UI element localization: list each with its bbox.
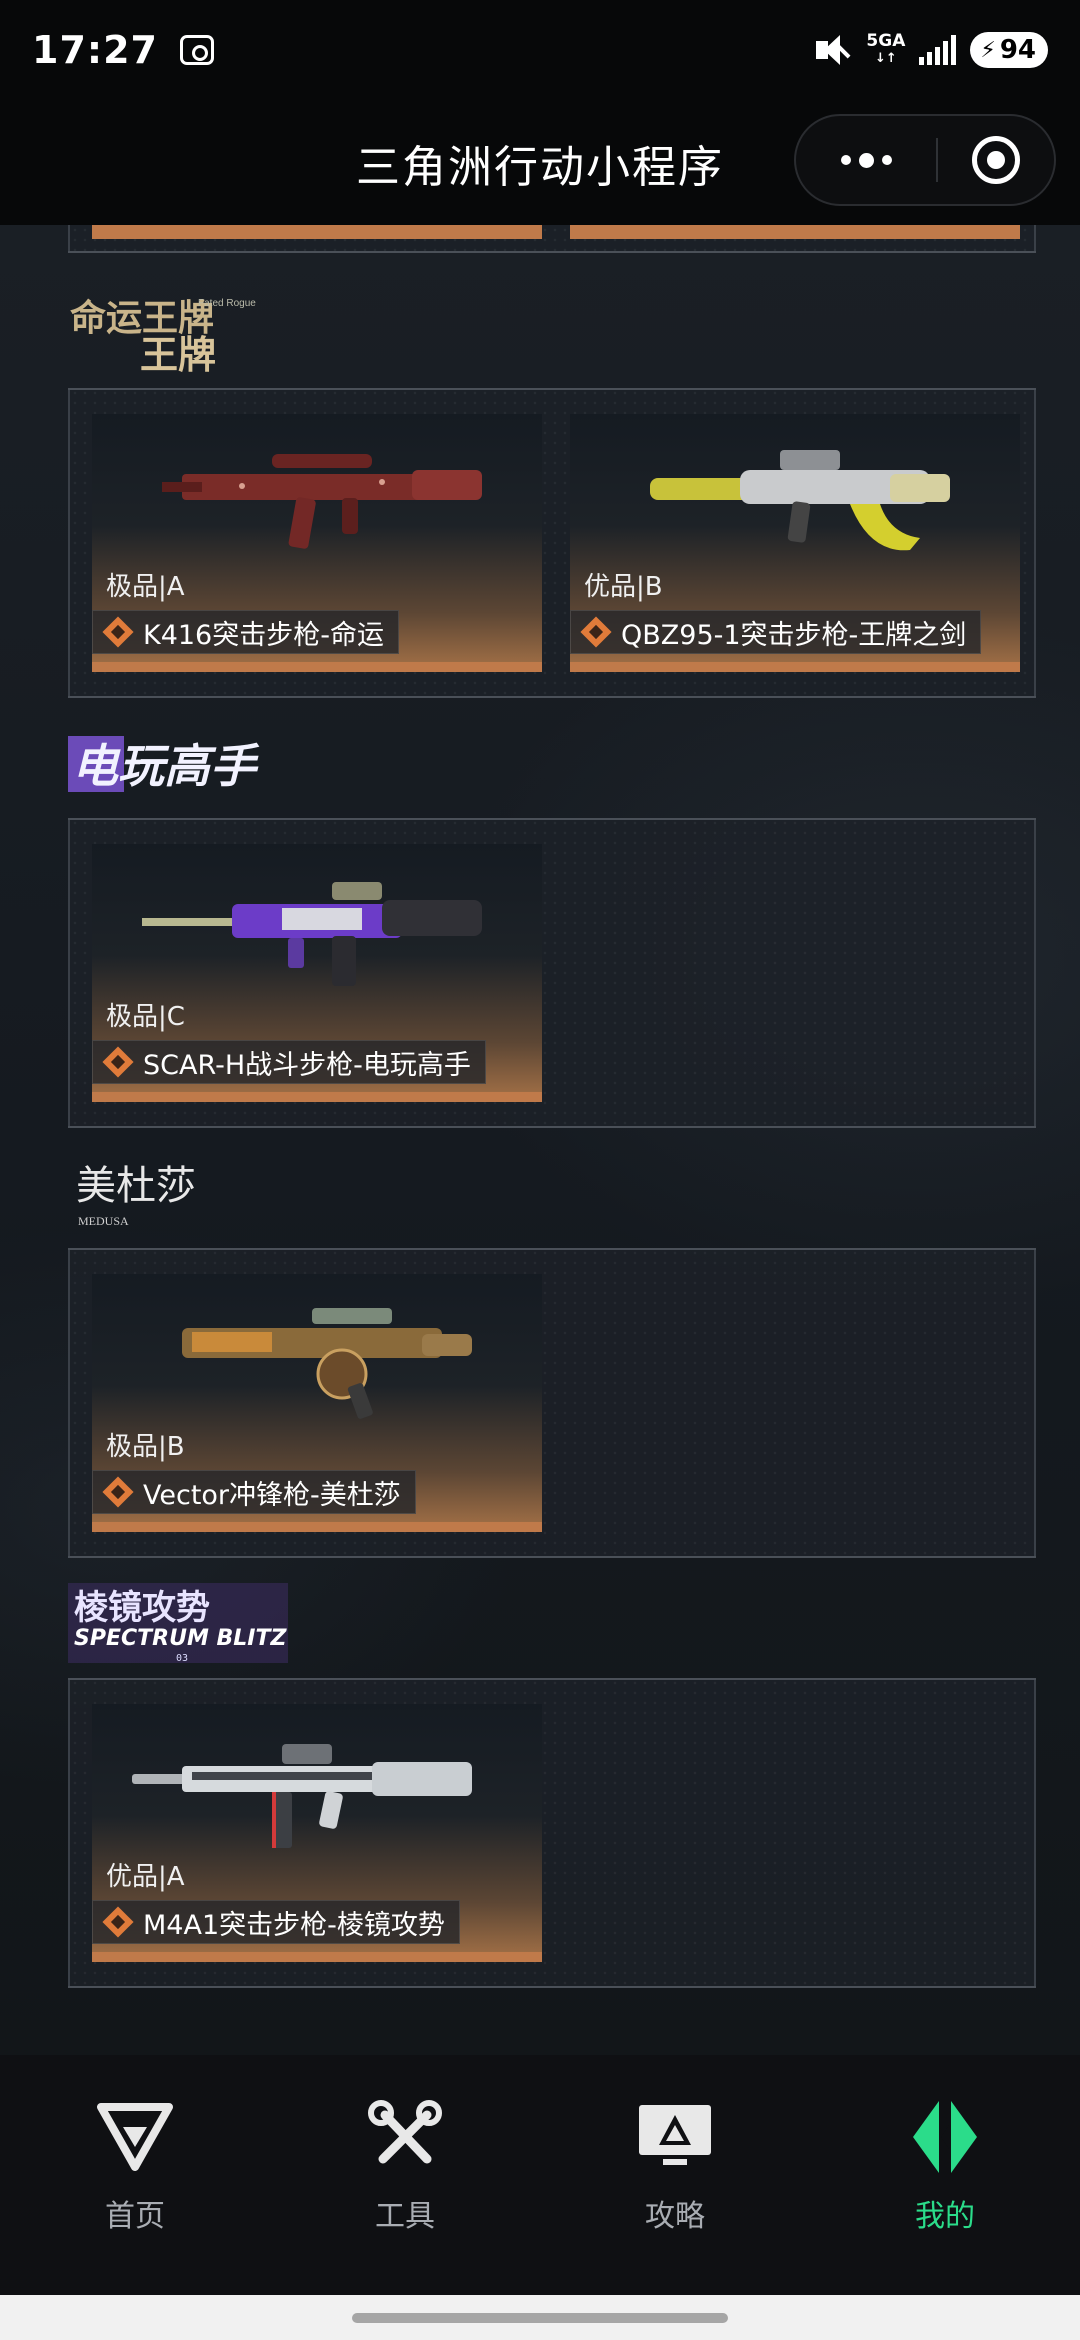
signal-icon (919, 35, 957, 65)
gaming-master-panel: 极品|C SCAR-H战斗步枪-电玩高手 (68, 818, 1036, 1128)
status-time: 17:27 (32, 28, 158, 72)
weapon-card[interactable]: 极品|C SCAR-H战斗步枪-电玩高手 (92, 844, 542, 1102)
svg-text:王牌: 王牌 (140, 332, 216, 375)
previous-panel (68, 225, 1036, 253)
mute-icon (814, 33, 852, 67)
weapon-name-bar: K416突击步枪-命运 (92, 610, 399, 654)
item-grade: 优品|B (584, 572, 663, 602)
scar-h-weapon-image (142, 882, 482, 986)
card-edge (570, 225, 1020, 239)
medusa-panel: 极品|B Vector冲锋枪-美杜莎 (68, 1248, 1036, 1558)
svg-text:美杜莎: 美杜莎 (76, 1163, 196, 1209)
home-indicator[interactable] (352, 2313, 728, 2323)
weapon-card[interactable]: 优品|B QBZ95-1突击步枪-王牌之剑 (570, 414, 1020, 672)
card-edge (92, 225, 542, 239)
guide-monitor-icon (639, 2105, 711, 2165)
spectrum-blitz-panel: 优品|A M4A1突击步枪-棱镜攻势 (68, 1678, 1036, 1988)
nav-label: 攻略 (645, 2199, 705, 2234)
svg-text:MEDUSA: MEDUSA (78, 1214, 129, 1228)
qbz95-weapon-image (650, 450, 950, 551)
battery-level: 94 (999, 35, 1036, 65)
quality-diamond-icon (102, 616, 134, 648)
system-home-bar (0, 2295, 1080, 2340)
weapon-name: SCAR-H战斗步枪-电玩高手 (143, 1049, 471, 1081)
weapon-card[interactable]: 极品|A K416突击步枪-命运 (92, 414, 542, 672)
screen-capture-icon (179, 35, 214, 65)
svg-text:电玩高手: 电玩高手 (72, 739, 260, 793)
close-target-icon (972, 136, 1020, 184)
nav-item-profile[interactable]: 我的 (810, 2055, 1080, 2295)
miniprogram-capsule (794, 114, 1056, 206)
nav-item-tools[interactable]: 工具 (270, 2055, 540, 2295)
m4a1-weapon-image (132, 1744, 472, 1848)
item-grade: 极品|B (106, 1432, 185, 1462)
item-grade: 极品|A (106, 572, 185, 602)
spectrum-blitz-banner: 棱镜攻势 SPECTRUM BLITZ 03 (68, 1583, 288, 1664)
quality-diamond-icon (580, 616, 612, 648)
status-bar: 17:27 5GA ↓↑ ⚡ 94 (0, 0, 1080, 100)
fated-rogue-banner: 命运王牌 Fated Rogue 王牌 (70, 297, 256, 375)
bottom-navigation: 首页 工具 攻略 我的 (0, 2055, 1080, 2295)
quality-diamond-icon (102, 1046, 134, 1078)
k416-weapon-image (162, 454, 482, 549)
medusa-banner: 美杜莎 MEDUSA (76, 1163, 196, 1228)
profile-logo-icon (913, 2101, 977, 2173)
nav-label: 我的 (915, 2199, 975, 2234)
item-grade: 极品|C (106, 1002, 185, 1032)
svg-text:棱镜攻势: 棱镜攻势 (74, 1588, 210, 1628)
vector-weapon-image (182, 1308, 472, 1419)
skin-collection-list[interactable]: 命运王牌 Fated Rogue 王牌 极品|A K416突击步枪-命运 优品|… (0, 225, 1080, 2055)
tools-icon (368, 2100, 442, 2164)
quality-diamond-icon (102, 1906, 134, 1938)
weapon-name-bar: M4A1突击步枪-棱镜攻势 (92, 1900, 460, 1944)
weapon-card[interactable]: 优品|A M4A1突击步枪-棱镜攻势 (92, 1704, 542, 1962)
title-bar: 三角洲行动小程序 (0, 100, 1080, 225)
battery-indicator: ⚡ 94 (970, 32, 1048, 68)
svg-text:SPECTRUM BLITZ: SPECTRUM BLITZ (74, 1626, 287, 1651)
item-grade: 优品|A (106, 1862, 185, 1892)
weapon-card[interactable]: 极品|B Vector冲锋枪-美杜莎 (92, 1274, 542, 1532)
svg-text:03: 03 (176, 1653, 188, 1664)
weapon-name: K416突击步枪-命运 (143, 619, 384, 651)
page-title: 三角洲行动小程序 (356, 141, 724, 193)
charging-icon: ⚡ (980, 37, 996, 63)
weapon-name-bar: Vector冲锋枪-美杜莎 (92, 1470, 416, 1514)
nav-label: 首页 (105, 2199, 165, 2234)
weapon-name-bar: QBZ95-1突击步枪-王牌之剑 (570, 610, 982, 654)
weapon-name: QBZ95-1突击步枪-王牌之剑 (621, 619, 967, 651)
more-menu-button[interactable] (796, 152, 936, 168)
network-type: 5GA ↓↑ (866, 31, 906, 67)
weapon-name: M4A1突击步枪-棱镜攻势 (143, 1909, 445, 1941)
weapon-name-bar: SCAR-H战斗步枪-电玩高手 (92, 1040, 486, 1084)
status-indicators: 5GA ↓↑ ⚡ 94 (814, 32, 1048, 68)
nav-item-home[interactable]: 首页 (0, 2055, 270, 2295)
nav-item-guide[interactable]: 攻略 (540, 2055, 810, 2295)
gaming-master-banner: 电玩高手 (68, 736, 260, 793)
home-logo-icon (97, 2103, 173, 2171)
fated-rogue-panel: 极品|A K416突击步枪-命运 优品|B QBZ95-1突击步枪-王牌之剑 (68, 388, 1036, 698)
close-miniprogram-button[interactable] (938, 136, 1054, 184)
nav-label: 工具 (375, 2199, 435, 2234)
weapon-name: Vector冲锋枪-美杜莎 (143, 1479, 401, 1511)
svg-text:Fated Rogue: Fated Rogue (198, 298, 256, 309)
quality-diamond-icon (102, 1476, 134, 1508)
